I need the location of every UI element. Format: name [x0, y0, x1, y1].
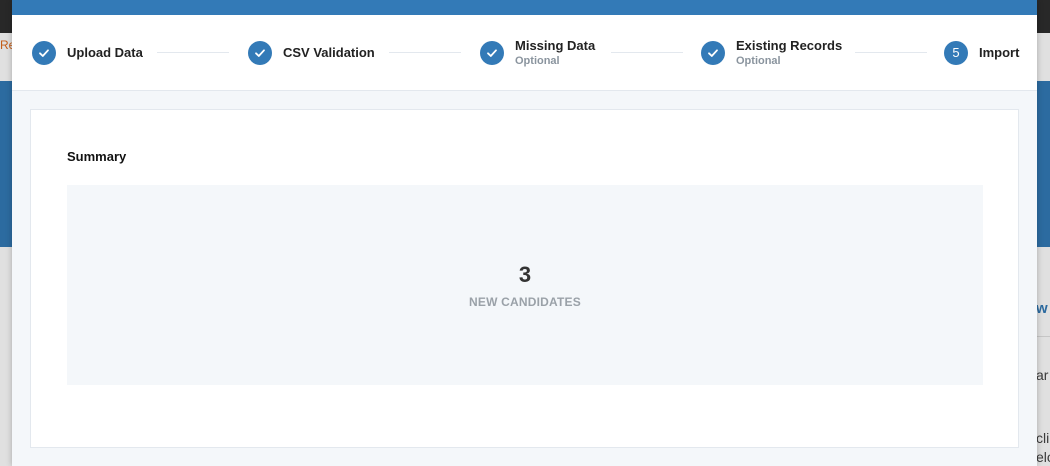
step-csv-validation[interactable]: CSV Validation — [248, 15, 375, 90]
step-number: 5 — [944, 40, 968, 65]
step-label: Upload Data — [67, 44, 143, 60]
step-label: Missing Data — [515, 37, 596, 53]
step-label: CSV Validation — [283, 44, 375, 60]
page: Re w ar cli elo Upload Data — [0, 0, 1050, 466]
check-icon — [701, 40, 725, 65]
step-existing-records[interactable]: Existing Records Optional — [701, 15, 842, 90]
summary-card: Summary 3 NEW CANDIDATES — [30, 109, 1019, 448]
step-import[interactable]: 5 Import — [944, 15, 1019, 90]
step-connector — [855, 52, 927, 53]
step-label: Existing Records — [736, 37, 843, 53]
new-candidates-label: NEW CANDIDATES — [469, 294, 581, 309]
summary-stat-box: 3 NEW CANDIDATES — [67, 185, 983, 385]
step-connector — [157, 52, 229, 53]
import-modal: Upload Data CSV Validation Missing Data … — [12, 0, 1037, 466]
summary-title: Summary — [67, 149, 127, 164]
step-upload-data[interactable]: Upload Data — [32, 15, 143, 90]
check-icon — [32, 40, 56, 65]
step-connector — [611, 52, 683, 53]
step-label: Import — [979, 44, 1020, 60]
step-missing-data[interactable]: Missing Data Optional — [480, 15, 595, 90]
import-stepper: Upload Data CSV Validation Missing Data … — [12, 15, 1037, 91]
check-icon — [248, 40, 272, 65]
new-candidates-count: 3 — [518, 261, 532, 287]
modal-header-stripe — [12, 0, 1037, 15]
step-connector — [389, 52, 461, 53]
check-icon — [480, 40, 504, 65]
step-optional-label: Optional — [515, 54, 560, 67]
step-optional-label: Optional — [736, 54, 781, 67]
